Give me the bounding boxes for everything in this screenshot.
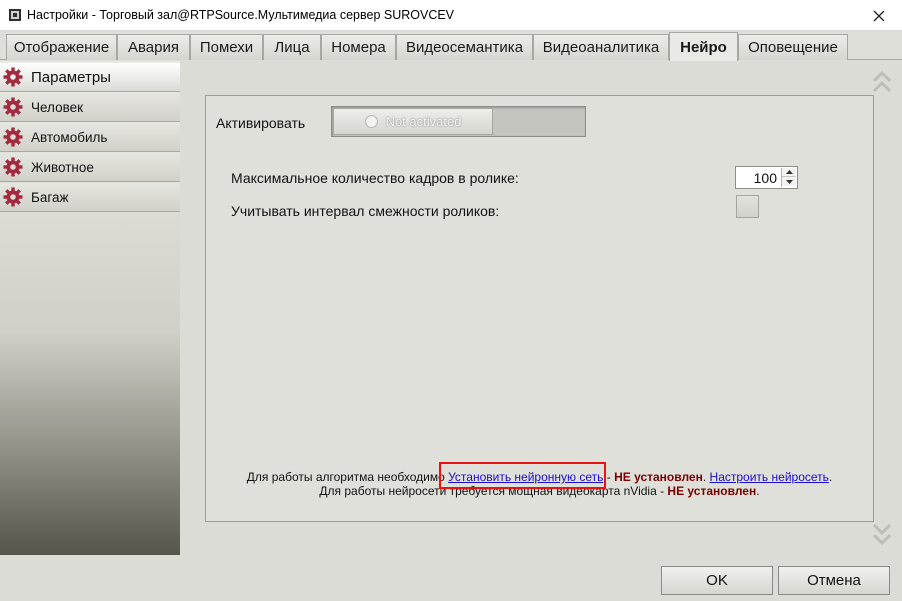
sidebar-item-label: Багаж bbox=[31, 189, 69, 205]
close-button[interactable] bbox=[856, 0, 902, 31]
period-text: . bbox=[702, 470, 707, 484]
period-text: . bbox=[756, 484, 760, 498]
tab-numbers[interactable]: Номера bbox=[321, 34, 396, 60]
tab-neuro[interactable]: Нейро bbox=[669, 32, 738, 61]
activate-toggle[interactable]: Not activated bbox=[331, 106, 586, 137]
sidebar-item-person[interactable]: Человек bbox=[0, 93, 180, 122]
ok-button[interactable]: OK bbox=[661, 566, 773, 595]
activate-label: Активировать bbox=[216, 115, 306, 131]
sidebar-item-parameters[interactable]: Параметры bbox=[0, 63, 180, 92]
sidebar-item-car[interactable]: Автомобиль bbox=[0, 123, 180, 152]
window-title: Настройки - Торговый зал@RTPSource.Мульт… bbox=[27, 8, 455, 22]
cancel-button[interactable]: Отмена bbox=[778, 566, 890, 595]
gear-icon bbox=[3, 187, 23, 207]
scroll-down-icon[interactable] bbox=[871, 519, 893, 549]
close-icon bbox=[873, 10, 885, 21]
gear-icon bbox=[3, 157, 23, 177]
settings-panel bbox=[205, 95, 874, 522]
app-icon bbox=[9, 9, 21, 21]
gear-icon bbox=[3, 97, 23, 117]
not-installed-status: НЕ установлен bbox=[614, 470, 703, 484]
tab-bar: Отображение Авария Помехи Лица Номера Ви… bbox=[0, 31, 902, 61]
period-text: . bbox=[828, 470, 833, 484]
tab-faces[interactable]: Лица bbox=[263, 34, 321, 60]
stepper-up-button[interactable] bbox=[782, 168, 796, 177]
interval-label: Учитывать интервал смежности роликов: bbox=[231, 203, 500, 219]
scroll-up-icon[interactable] bbox=[871, 69, 893, 99]
tab-alarm[interactable]: Авария bbox=[117, 34, 190, 60]
info-line-1-prefix: Для работы алгоритма необходимо bbox=[246, 470, 445, 484]
tab-interference[interactable]: Помехи bbox=[190, 34, 263, 60]
stepper-buttons bbox=[781, 168, 796, 187]
max-frames-label: Максимальное количество кадров в ролике: bbox=[231, 170, 519, 186]
triangle-up-icon bbox=[785, 170, 793, 174]
sidebar: Параметры Человек Автомобиль Животное Ба… bbox=[0, 61, 180, 555]
tab-notification[interactable]: Оповещение bbox=[738, 34, 848, 60]
sidebar-item-label: Параметры bbox=[31, 68, 111, 86]
sidebar-item-animal[interactable]: Животное bbox=[0, 153, 180, 182]
configure-network-link[interactable]: Настроить нейросеть bbox=[710, 470, 829, 484]
highlight-box bbox=[439, 462, 606, 489]
gear-icon bbox=[3, 67, 23, 87]
triangle-down-icon bbox=[785, 179, 793, 184]
gear-icon bbox=[3, 127, 23, 147]
max-frames-stepper[interactable]: 100 bbox=[735, 166, 798, 189]
tab-video-semantics[interactable]: Видеосемантика bbox=[396, 34, 533, 60]
sidebar-item-label: Автомобиль bbox=[31, 129, 108, 145]
title-bar: Настройки - Торговый зал@RTPSource.Мульт… bbox=[0, 0, 902, 31]
tab-display[interactable]: Отображение bbox=[6, 34, 117, 60]
gpu-not-installed-status: НЕ установлен bbox=[667, 484, 757, 498]
sidebar-item-label: Животное bbox=[31, 159, 94, 175]
max-frames-value[interactable]: 100 bbox=[754, 170, 777, 186]
sidebar-item-luggage[interactable]: Багаж bbox=[0, 183, 180, 212]
sidebar-item-label: Человек bbox=[31, 99, 84, 115]
interval-checkbox[interactable] bbox=[736, 195, 759, 218]
toggle-state-label: Not activated bbox=[385, 114, 462, 129]
tab-video-analytics[interactable]: Видеоаналитика bbox=[533, 34, 669, 60]
stepper-down-button[interactable] bbox=[782, 177, 796, 186]
toggle-knob[interactable]: Not activated bbox=[333, 108, 493, 135]
radio-icon bbox=[364, 115, 378, 128]
